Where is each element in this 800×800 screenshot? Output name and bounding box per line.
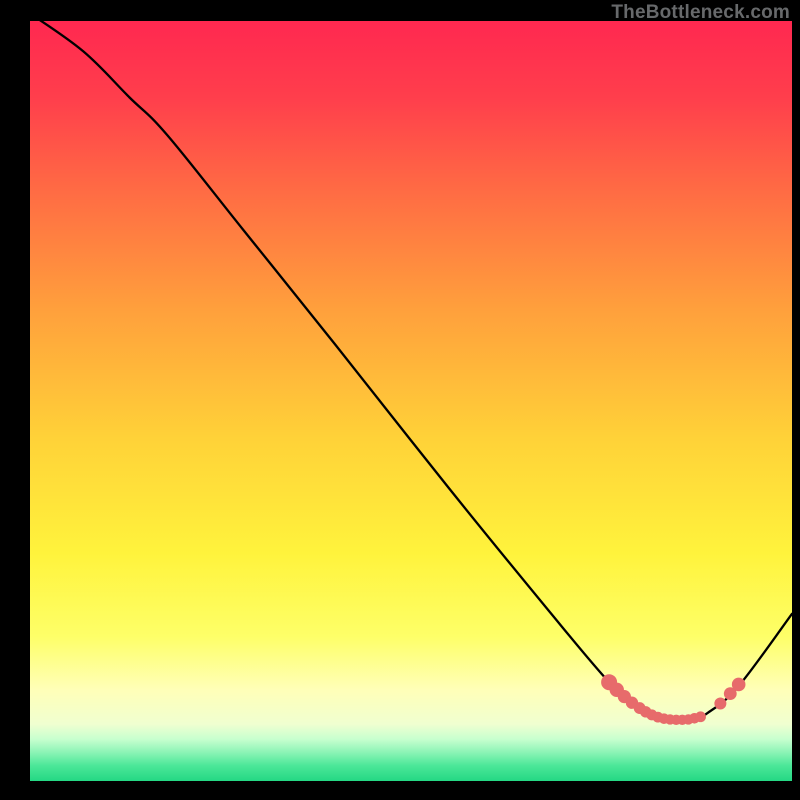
highlight-dot [695, 711, 706, 722]
outer-frame: TheBottleneck.com [11, 0, 800, 789]
gradient-background [30, 21, 792, 781]
highlight-dot [732, 678, 746, 692]
chart-svg [30, 21, 792, 781]
highlight-dot [714, 697, 726, 709]
plot-area [30, 21, 792, 781]
watermark-text: TheBottleneck.com [611, 2, 790, 24]
